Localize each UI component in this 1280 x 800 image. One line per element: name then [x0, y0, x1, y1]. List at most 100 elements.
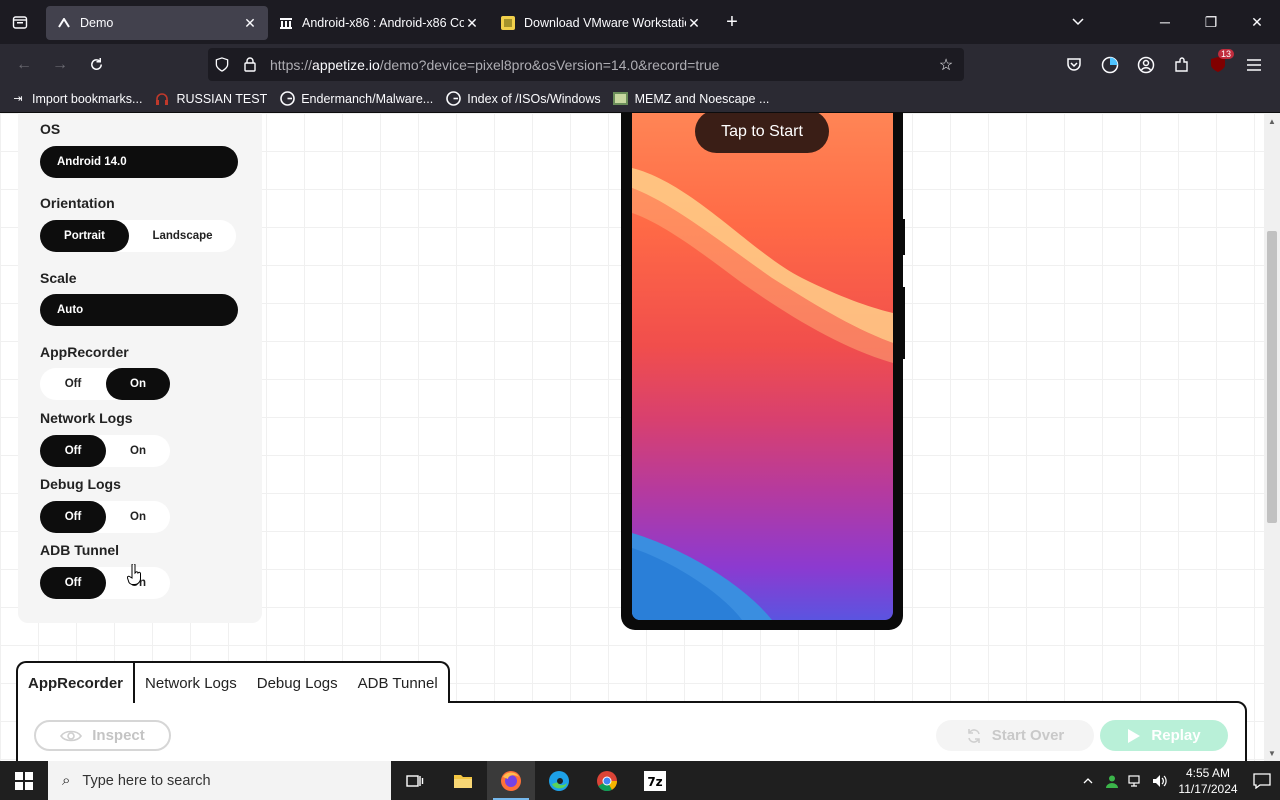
- network-logs-toggle: Off On: [40, 435, 170, 467]
- network-icon[interactable]: [1124, 774, 1148, 788]
- orientation-landscape-option[interactable]: Landscape: [129, 220, 236, 252]
- back-arrow-icon[interactable]: ←: [6, 47, 42, 83]
- apprecorder-label: AppRecorder: [40, 344, 129, 360]
- tab-network-logs[interactable]: Network Logs: [135, 663, 247, 703]
- wallpaper-waves: [632, 168, 893, 620]
- start-over-button[interactable]: Start Over: [936, 720, 1094, 751]
- network-logs-on-option[interactable]: On: [106, 435, 170, 467]
- inspect-button[interactable]: Inspect: [34, 720, 171, 751]
- taskbar-clock[interactable]: 4:55 AM 11/17/2024: [1172, 765, 1244, 797]
- show-hidden-icons-chevron-icon[interactable]: [1076, 777, 1100, 784]
- tab-android-x86[interactable]: Android-x86 : Android-x86 Cor ✕: [268, 6, 490, 40]
- github-favicon-icon: [279, 91, 295, 107]
- scale-select[interactable]: Auto: [40, 294, 238, 326]
- bottom-tab-bar: AppRecorder Network Logs Debug Logs ADB …: [16, 661, 450, 703]
- play-icon: [1128, 728, 1141, 743]
- edge-taskbar-icon[interactable]: [535, 761, 583, 800]
- url-text[interactable]: https://appetize.io/demo?device=pixel8pr…: [270, 57, 932, 73]
- page-scrollbar[interactable]: ▲ ▼: [1264, 113, 1280, 761]
- 7zip-taskbar-icon[interactable]: 7z: [631, 761, 679, 800]
- tab-title: Android-x86 : Android-x86 Cor: [302, 16, 464, 30]
- notifications-icon[interactable]: [1244, 772, 1280, 789]
- orientation-label: Orientation: [40, 195, 115, 211]
- os-select[interactable]: Android 14.0: [40, 146, 238, 178]
- app-menu-hamburger-icon[interactable]: [1236, 47, 1272, 83]
- svg-text:7z: 7z: [647, 775, 662, 789]
- windows-taskbar: ⌕ Type here to search 7z 4:55 AM 11/17/2…: [0, 761, 1280, 800]
- address-bar[interactable]: https://appetize.io/demo?device=pixel8pr…: [208, 48, 964, 81]
- tab-title: Demo: [80, 16, 114, 30]
- reload-icon[interactable]: [78, 47, 114, 83]
- tab-vmware[interactable]: Download VMware Workstation ✕: [490, 6, 712, 40]
- google-favicon-icon: [445, 91, 461, 107]
- lock-icon[interactable]: [236, 57, 264, 72]
- window-controls: ─ ❐ ✕: [1142, 0, 1280, 44]
- debug-logs-toggle: Off On: [40, 501, 170, 533]
- vpn-extension-icon[interactable]: [1092, 47, 1128, 83]
- forward-arrow-icon[interactable]: →: [42, 47, 78, 83]
- tab-close-icon[interactable]: ✕: [686, 15, 702, 32]
- apprecorder-toggle: Off On: [40, 368, 170, 400]
- toolbar-right: 13: [1056, 44, 1272, 85]
- tab-demo[interactable]: Demo ✕: [46, 6, 268, 40]
- minimize-icon[interactable]: ─: [1142, 0, 1188, 44]
- import-icon: ⇥: [13, 93, 23, 105]
- navigation-toolbar: ← → https://appetize.io/demo?device=pixe…: [0, 44, 1280, 85]
- network-logs-label: Network Logs: [40, 410, 133, 426]
- search-placeholder: Type here to search: [82, 772, 211, 789]
- inspect-label: Inspect: [92, 727, 145, 744]
- tab-apprecorder[interactable]: AppRecorder: [18, 663, 136, 703]
- chrome-taskbar-icon[interactable]: [583, 761, 631, 800]
- extensions-puzzle-icon[interactable]: [1164, 47, 1200, 83]
- bookmark-memz[interactable]: MEMZ and Noescape ...: [613, 91, 769, 107]
- debug-logs-off-option[interactable]: Off: [40, 501, 106, 533]
- list-all-tabs-chevron-icon[interactable]: [1060, 0, 1096, 44]
- scroll-up-arrow-icon[interactable]: ▲: [1264, 113, 1280, 129]
- firefox-view-icon[interactable]: [0, 0, 40, 44]
- system-tray: 4:55 AM 11/17/2024: [1076, 761, 1280, 800]
- device-settings-panel: OS Android 14.0 Orientation Portrait Lan…: [18, 113, 262, 623]
- file-explorer-icon[interactable]: [439, 761, 487, 800]
- device-screen[interactable]: [632, 113, 893, 620]
- tab-close-icon[interactable]: ✕: [464, 15, 480, 32]
- scrollbar-thumb[interactable]: [1267, 231, 1277, 523]
- apprecorder-off-option[interactable]: Off: [40, 368, 106, 400]
- tap-to-start-button[interactable]: Tap to Start: [695, 113, 829, 153]
- bookmark-endermanch[interactable]: Endermanch/Malware...: [279, 91, 433, 107]
- pocket-icon[interactable]: [1056, 47, 1092, 83]
- tab-bar: Demo ✕ Android-x86 : Android-x86 Cor ✕ D…: [0, 0, 1280, 44]
- network-logs-off-option[interactable]: Off: [40, 435, 106, 467]
- replay-button[interactable]: Replay: [1100, 720, 1228, 751]
- scale-label: Scale: [40, 270, 77, 286]
- hand-pointer-cursor-icon: [127, 564, 141, 585]
- apprecorder-on-option[interactable]: On: [106, 368, 170, 400]
- bookmark-star-icon[interactable]: ☆: [932, 55, 960, 75]
- bookmark-russian-test[interactable]: RUSSIAN TEST: [154, 91, 267, 107]
- task-view-icon[interactable]: [391, 761, 439, 800]
- bookmark-import[interactable]: ⇥ Import bookmarks...: [10, 91, 142, 107]
- firefox-taskbar-icon[interactable]: [487, 761, 535, 800]
- close-window-icon[interactable]: ✕: [1234, 0, 1280, 44]
- debug-logs-on-option[interactable]: On: [106, 501, 170, 533]
- account-icon[interactable]: [1128, 47, 1164, 83]
- tracking-protection-shield-icon[interactable]: [208, 57, 236, 72]
- eye-icon: [60, 730, 83, 741]
- orientation-portrait-option[interactable]: Portrait: [40, 220, 129, 252]
- adb-tunnel-off-option[interactable]: Off: [40, 567, 106, 599]
- bookmark-index-isos[interactable]: Index of /ISOs/Windows: [445, 91, 601, 107]
- tab-debug-logs[interactable]: Debug Logs: [247, 663, 348, 703]
- tab-close-icon[interactable]: ✕: [242, 15, 258, 32]
- ublock-origin-icon[interactable]: 13: [1200, 47, 1236, 83]
- new-tab-plus-icon[interactable]: +: [712, 0, 752, 44]
- scroll-down-arrow-icon[interactable]: ▼: [1264, 745, 1280, 761]
- tab-title: Download VMware Workstation: [524, 16, 686, 30]
- user-tray-icon[interactable]: [1100, 774, 1124, 788]
- taskbar-search-box[interactable]: ⌕ Type here to search: [48, 761, 391, 800]
- windows-start-icon[interactable]: [0, 761, 48, 800]
- volume-icon[interactable]: [1148, 774, 1172, 788]
- os-label: OS: [40, 121, 61, 137]
- restore-icon[interactable]: ❐: [1188, 0, 1234, 44]
- tab-adb-tunnel[interactable]: ADB Tunnel: [348, 663, 448, 703]
- clock-date: 11/17/2024: [1178, 781, 1238, 796]
- start-over-label: Start Over: [991, 727, 1065, 744]
